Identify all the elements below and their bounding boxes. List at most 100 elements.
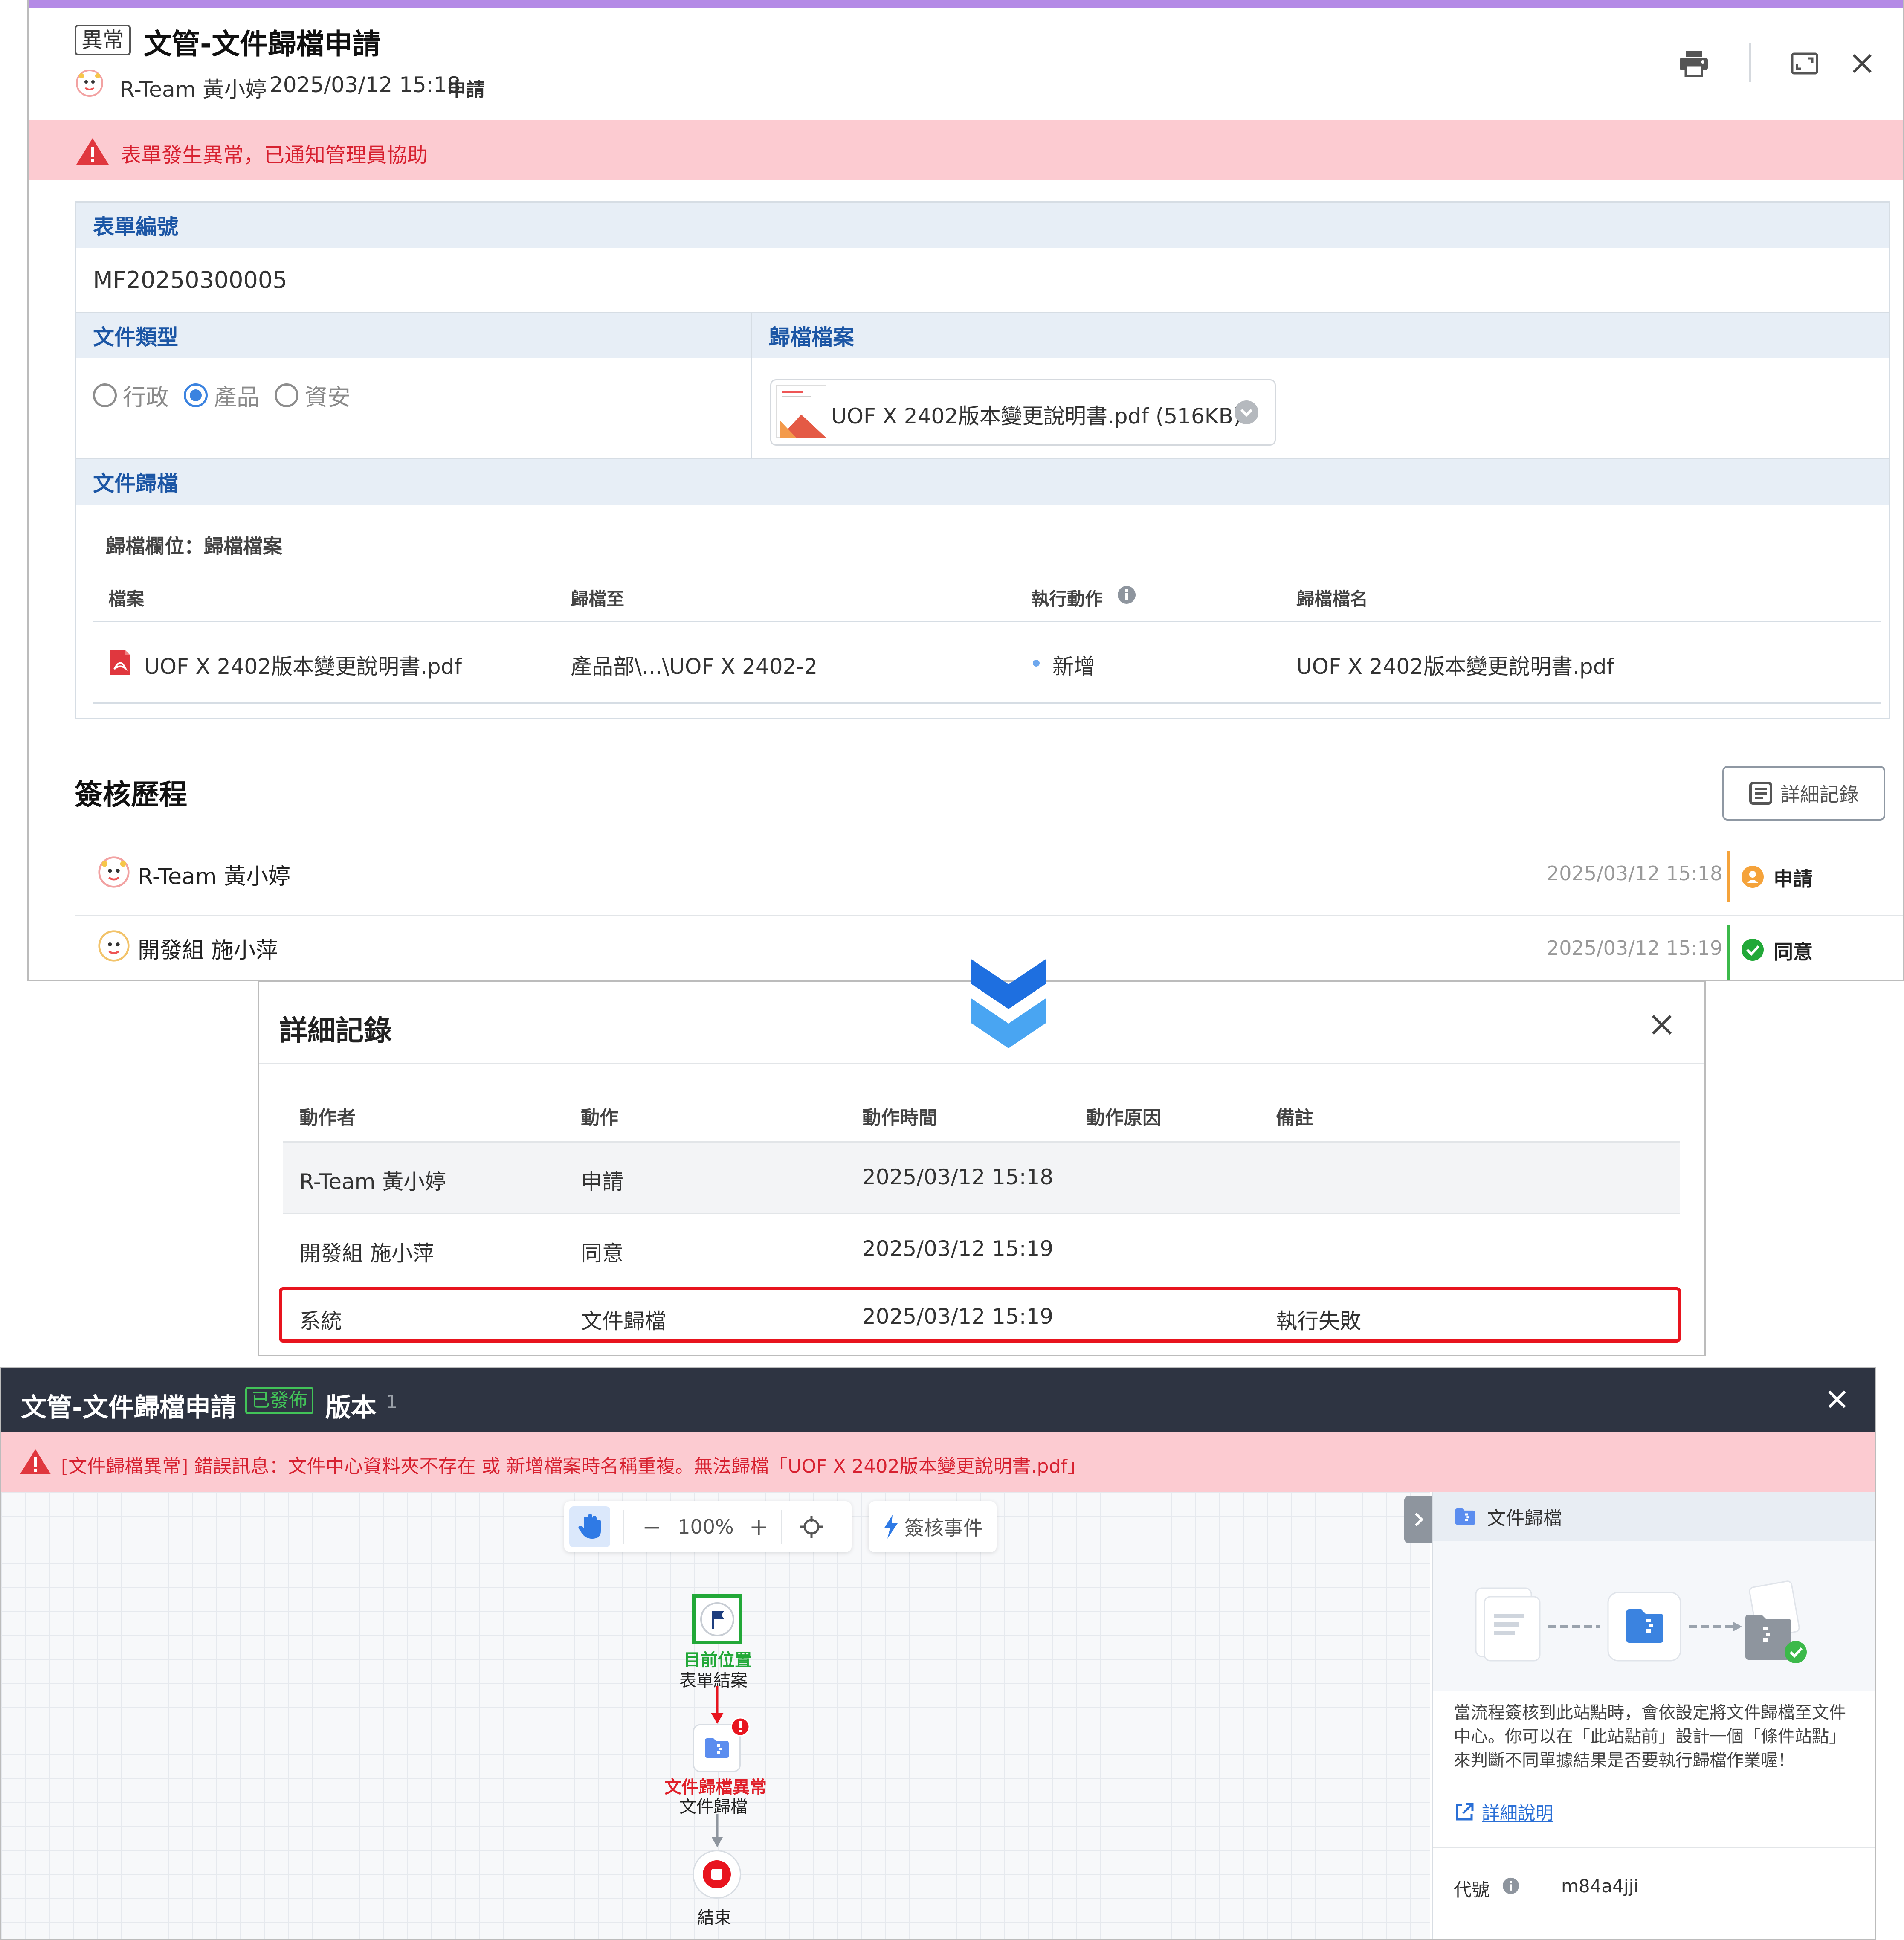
row-action: 申請 [581,1169,623,1194]
hand-icon [578,1514,601,1539]
divider [93,702,1881,704]
zoom-out-button[interactable]: − [642,1514,661,1540]
detail-help-link[interactable]: 詳細說明 [1454,1799,1553,1825]
illustration [1433,1541,1875,1691]
radio-label: 行政 [123,384,169,411]
warning-icon [76,138,109,165]
flow-canvas[interactable]: − 100% + 簽核事件 目前位置 表單結案 文件歸檔異常 文件歸檔 結束 [1,1492,1430,1939]
doc-type-label: 文件類型 [76,313,751,358]
collapse-panel-button[interactable] [1404,1496,1433,1543]
row-file: UOF X 2402版本變更說明書.pdf [144,654,462,679]
row-target: 產品部\...\UOF X 2402-2 [571,654,818,679]
divider [259,1063,1704,1064]
row-time: 2025/03/12 15:19 [862,1236,1054,1261]
col-header-target: 歸檔至 [571,589,625,609]
flow-close-button[interactable] [1822,1384,1852,1414]
signoff-time: 2025/03/12 15:19 [1547,937,1723,960]
signoff-title: 簽核歷程 [75,778,187,811]
connector-arrow [711,1686,724,1724]
chevron-right-icon [1414,1512,1424,1527]
detail-record-label: 詳細記錄 [1780,783,1859,806]
stop-icon [703,1860,731,1888]
close-button[interactable] [1843,44,1881,83]
col-header-note: 備註 [1276,1107,1313,1129]
error-banner: 表單發生異常，已通知管理員協助 [29,120,1903,180]
double-chevron-down-icon [971,959,1046,1048]
folder-icon [705,1738,729,1758]
signoff-action: 申請 [1774,867,1813,890]
form-no-value: MF20250300005 [93,267,287,293]
attached-file-name: UOF X 2402版本變更說明書.pdf (516KB) [831,404,1242,429]
info-icon[interactable] [1502,1877,1519,1894]
close-icon [1852,54,1872,73]
radio-label: 產品 [214,384,260,411]
avatar [75,68,104,98]
pdf-icon [110,650,130,675]
list-icon [1749,782,1772,805]
applicant-name: R-Team 黃小婷 [120,77,267,102]
archive-section-label: 文件歸檔 [76,459,1889,505]
info-icon[interactable] [1117,586,1136,604]
maximize-icon [1791,52,1818,75]
code-value: m84a4jji [1561,1876,1639,1897]
failed-row-highlight: 系統 文件歸檔 2025/03/12 15:19 執行失敗 [279,1287,1681,1343]
header-divider [1749,43,1751,82]
end-node[interactable] [693,1850,741,1899]
archive-field: 歸檔欄位：歸檔檔案 [106,535,282,558]
external-link-icon [1456,1803,1474,1820]
dialog-close-button[interactable] [1645,1008,1679,1042]
signoff-name: R-Team 黃小婷 [138,864,290,890]
lightning-icon [884,1515,898,1539]
panel-title: 文件歸檔 [1487,1508,1562,1529]
radio-option-1[interactable] [93,383,117,407]
radio-option-3[interactable] [275,383,299,407]
attached-file-chip[interactable]: UOF X 2402版本變更說明書.pdf (516KB) [770,379,1276,446]
col-header-time: 動作時間 [862,1107,937,1129]
detail-record-button[interactable]: 詳細記錄 [1722,766,1885,821]
signoff-events-button[interactable]: 簽核事件 [869,1501,997,1552]
archive-file-label: 歸檔檔案 [752,313,1889,358]
print-button[interactable] [1675,44,1713,83]
form-no-label: 表單編號 [76,203,1889,248]
flow-error-text: [文件歸檔異常] 錯誤訊息：文件中心資料夾不存在 或 新增檔案時名稱重複。無法歸… [61,1456,1086,1477]
divider [781,1510,783,1544]
current-position-node[interactable] [692,1594,742,1644]
signoff-row: R-Team 黃小婷 2025/03/12 15:18 申請 [97,851,1903,902]
apply-datetime: 2025/03/12 15:18 [270,72,461,97]
apply-action: 申請 [447,79,485,101]
version-label: 版本 [325,1393,377,1423]
zoom-in-button[interactable]: + [749,1514,768,1540]
row-actor: 系統 [299,1309,342,1334]
avatar [98,930,130,962]
error-badge-icon [730,1717,750,1737]
row-archive-name: UOF X 2402版本變更說明書.pdf [1296,654,1614,679]
divider [75,915,1903,916]
status-bar [1727,925,1730,980]
avatar [98,856,130,888]
panel-description: 當流程簽核到此站點時，會依設定將文件歸檔至文件中心。你可以在「此站點前」設計一個… [1454,1703,1846,1770]
radio-option-2[interactable] [184,383,208,407]
flow-error-banner: [文件歸檔異常] 錯誤訊息：文件中心資料夾不存在 或 新增檔案時名稱重複。無法歸… [1,1432,1875,1492]
version-number: 1 [386,1391,398,1413]
published-badge: 已發佈 [245,1387,313,1414]
row-time: 2025/03/12 15:19 [862,1304,1054,1329]
table-row: 開發組 施小萍 同意 2025/03/12 15:19 [283,1214,1680,1285]
signoff-name: 開發組 施小萍 [138,938,278,963]
error-banner-text: 表單發生異常，已通知管理員協助 [121,143,428,167]
user-icon [1742,866,1764,888]
code-label: 代號 [1454,1879,1490,1900]
flow-window: 文管-文件歸檔申請 已發佈 版本 1 [文件歸檔異常] 錯誤訊息：文件中心資料夾… [0,1367,1876,1940]
row-actor: R-Team 黃小婷 [299,1169,446,1194]
maximize-button[interactable] [1785,44,1824,83]
col-header-reason: 動作原因 [1086,1107,1161,1129]
recenter-button[interactable] [800,1515,823,1539]
zoom-level: 100% [678,1515,734,1538]
doc-type-radio-group: 行政 產品 資安 [93,378,363,412]
col-header-file: 檔案 [108,589,145,609]
chevron-down-icon[interactable] [1234,400,1259,425]
pan-tool-button[interactable] [569,1506,610,1547]
divider [1433,1847,1875,1848]
panel-header: 文件歸檔 [1433,1492,1875,1541]
signoff-action: 同意 [1774,940,1813,963]
row-action: 文件歸檔 [581,1309,666,1334]
